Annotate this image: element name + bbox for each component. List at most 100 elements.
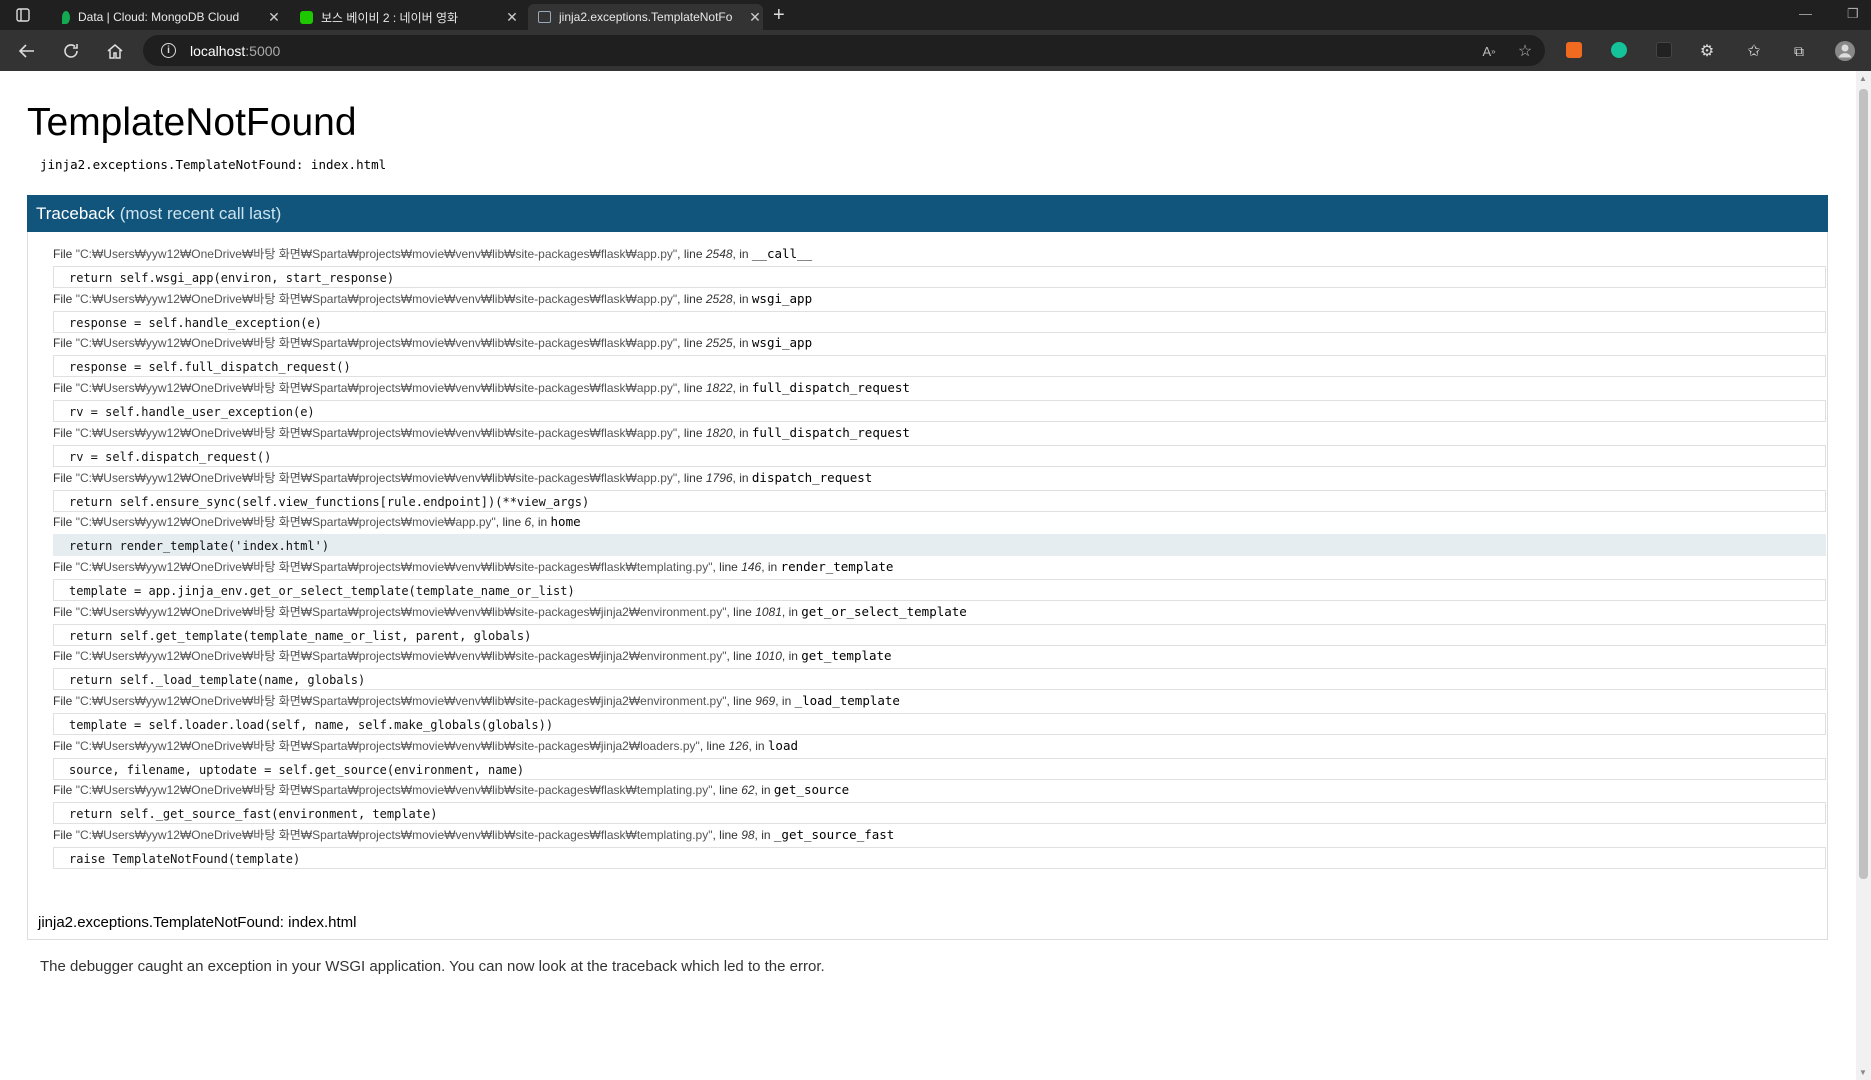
collections-icon[interactable]: ⧉	[1786, 38, 1812, 64]
traceback-frame: File "C:₩Users₩yyw12₩OneDrive₩바탕 화면₩Spar…	[53, 514, 1826, 557]
frame-line-number: 1081	[755, 604, 782, 619]
line-word: line	[719, 828, 738, 843]
frame-function: __call__	[751, 246, 813, 261]
file-word: File	[53, 694, 73, 708]
read-aloud-icon[interactable]: A»	[1476, 38, 1502, 64]
frame-line-number: 2528	[705, 291, 733, 306]
tab-actions-icon[interactable]	[10, 2, 36, 28]
frame-source-line[interactable]: template = self.loader.load(self, name, …	[53, 713, 1826, 735]
tab-naver-movie[interactable]: 보스 베이비 2 : 네이버 영화 ✕	[290, 4, 520, 30]
favorite-add-icon[interactable]: ☆	[1512, 38, 1538, 64]
line-word: line	[733, 694, 752, 708]
grammarly-icon[interactable]	[1611, 42, 1627, 58]
tab-title: Data | Cloud: MongoDB Cloud	[78, 10, 240, 24]
file-word: File	[53, 604, 73, 619]
frame-source-line[interactable]: return self.get_template(template_name_o…	[53, 623, 1826, 646]
close-tab-icon[interactable]: ✕	[266, 9, 282, 26]
line-word: line	[683, 425, 703, 440]
tab-template-error[interactable]: jinja2.exceptions.TemplateNotFo ✕	[528, 4, 763, 30]
scroll-up-icon[interactable]: ▲	[1859, 74, 1867, 83]
frame-location: File "C:₩Users₩yyw12₩OneDrive₩바탕 화면₩Spar…	[53, 246, 813, 261]
traceback-frame: File "C:₩Users₩yyw12₩OneDrive₩바탕 화면₩Spar…	[53, 827, 1826, 870]
file-word: File	[53, 425, 73, 440]
line-word: line	[733, 604, 752, 619]
line-word: line	[502, 515, 522, 530]
in-word: in	[739, 247, 749, 261]
file-word: File	[53, 515, 73, 530]
frame-location: File "C:₩Users₩yyw12₩OneDrive₩바탕 화면₩Spar…	[53, 514, 581, 530]
file-word: File	[53, 559, 73, 574]
scrollbar-thumb[interactable]	[1859, 89, 1868, 879]
frame-source-line[interactable]: rv = self.handle_user_exception(e)	[53, 400, 1826, 423]
home-icon[interactable]	[102, 38, 128, 64]
frame-filename: "C:₩Users₩yyw12₩OneDrive₩바탕 화면₩Sparta₩pr…	[75, 381, 678, 396]
tab-mongodb[interactable]: Data | Cloud: MongoDB Cloud ✕	[52, 4, 282, 30]
frame-function: _get_source_fast	[773, 827, 895, 843]
netflix-extension-icon[interactable]	[1656, 42, 1672, 58]
frame-location: File "C:₩Users₩yyw12₩OneDrive₩바탕 화면₩Spar…	[53, 648, 892, 664]
naver-icon	[300, 10, 313, 24]
restore-icon[interactable]: ❐	[1847, 6, 1859, 22]
frame-line-number: 6	[524, 515, 532, 530]
refresh-icon[interactable]	[58, 38, 84, 64]
frame-filename: "C:₩Users₩yyw12₩OneDrive₩바탕 화면₩Sparta₩pr…	[75, 515, 496, 530]
file-word: File	[53, 649, 73, 664]
traceback-frame: File "C:₩Users₩yyw12₩OneDrive₩바탕 화면₩Spar…	[53, 425, 1826, 467]
frame-source-line[interactable]: return self._load_template(name, globals…	[53, 668, 1826, 691]
in-word: in	[788, 604, 798, 619]
frame-source-line[interactable]: response = self.full_dispatch_request()	[53, 355, 1826, 378]
frame-source-line[interactable]: raise TemplateNotFound(template)	[53, 847, 1826, 870]
traceback-frame: File "C:₩Users₩yyw12₩OneDrive₩바탕 화면₩Spar…	[53, 738, 1826, 780]
back-icon[interactable]	[14, 38, 40, 64]
frame-source-line[interactable]: return self.ensure_sync(self.view_functi…	[53, 489, 1826, 512]
frame-location: File "C:₩Users₩yyw12₩OneDrive₩바탕 화면₩Spar…	[53, 380, 910, 396]
frame-location: File "C:₩Users₩yyw12₩OneDrive₩바탕 화면₩Spar…	[53, 603, 967, 619]
frame-filename: "C:₩Users₩yyw12₩OneDrive₩바탕 화면₩Sparta₩pr…	[75, 559, 713, 574]
vertical-scrollbar[interactable]: ▲ ▼	[1856, 71, 1871, 1080]
frame-filename: "C:₩Users₩yyw12₩OneDrive₩바탕 화면₩Sparta₩pr…	[75, 694, 727, 708]
browser-tab-strip: Data | Cloud: MongoDB Cloud ✕ 보스 베이비 2 :…	[0, 0, 1871, 30]
close-tab-icon[interactable]: ✕	[504, 9, 520, 26]
traceback-frame: File "C:₩Users₩yyw12₩OneDrive₩바탕 화면₩Spar…	[53, 335, 1826, 378]
frame-line-number: 2548	[705, 247, 733, 261]
favorites-icon[interactable]: ✩	[1741, 38, 1767, 64]
frame-location: File "C:₩Users₩yyw12₩OneDrive₩바탕 화면₩Spar…	[53, 558, 894, 574]
traceback-frame: File "C:₩Users₩yyw12₩OneDrive₩바탕 화면₩Spar…	[53, 559, 1826, 601]
frame-source-line[interactable]: return render_template('index.html')	[53, 534, 1826, 557]
new-tab-icon[interactable]: +	[773, 4, 785, 26]
browser-toolbar: i localhost:5000 A» ☆ ⚙ ✩ ⧉	[0, 30, 1871, 71]
frame-line-number: 62	[741, 783, 755, 798]
traceback-frame: File "C:₩Users₩yyw12₩OneDrive₩바탕 화면₩Spar…	[53, 380, 1826, 423]
extensions-puzzle-icon[interactable]: ⚙	[1694, 38, 1720, 64]
frame-line-number: 146	[741, 559, 762, 574]
frame-source-line[interactable]: rv = self.dispatch_request()	[53, 444, 1826, 467]
in-word: in	[761, 828, 771, 843]
frame-function: wsgi_app	[751, 335, 813, 351]
error-message: jinja2.exceptions.TemplateNotFound: inde…	[40, 157, 387, 172]
frame-source-line[interactable]: response = self.handle_exception(e)	[53, 310, 1826, 333]
close-tab-icon[interactable]: ✕	[747, 9, 763, 26]
file-word: File	[53, 247, 73, 261]
mongodb-leaf-icon	[62, 10, 70, 24]
profile-avatar[interactable]	[1832, 38, 1858, 64]
scroll-down-icon[interactable]: ▼	[1859, 1068, 1867, 1077]
frame-source-line[interactable]: return self.wsgi_app(environ, start_resp…	[53, 266, 1826, 288]
address-bar[interactable]: i localhost:5000	[143, 35, 1545, 66]
traceback-header[interactable]: Traceback (most recent call last)	[27, 195, 1828, 232]
page-icon	[538, 11, 551, 23]
frame-filename: "C:₩Users₩yyw12₩OneDrive₩바탕 화면₩Sparta₩pr…	[75, 470, 678, 485]
frame-source-line[interactable]: source, filename, uptodate = self.get_so…	[53, 757, 1826, 780]
frame-line-number: 98	[741, 828, 755, 843]
extension-icon[interactable]	[1566, 42, 1582, 58]
frame-function: full_dispatch_request	[751, 380, 910, 396]
file-word: File	[53, 470, 73, 485]
frame-source-line[interactable]: return self._get_source_fast(environment…	[53, 802, 1826, 825]
frame-line-number: 1820	[705, 425, 733, 440]
minimize-icon[interactable]: —	[1799, 6, 1812, 21]
plain-traceback-error[interactable]: jinja2.exceptions.TemplateNotFound: inde…	[38, 914, 357, 931]
file-word: File	[53, 738, 73, 753]
page-content: TemplateNotFound jinja2.exceptions.Templ…	[0, 71, 1856, 1080]
line-word: line	[733, 649, 752, 664]
frame-source-line[interactable]: template = app.jinja_env.get_or_select_t…	[53, 578, 1826, 601]
site-info-icon[interactable]: i	[161, 43, 176, 58]
